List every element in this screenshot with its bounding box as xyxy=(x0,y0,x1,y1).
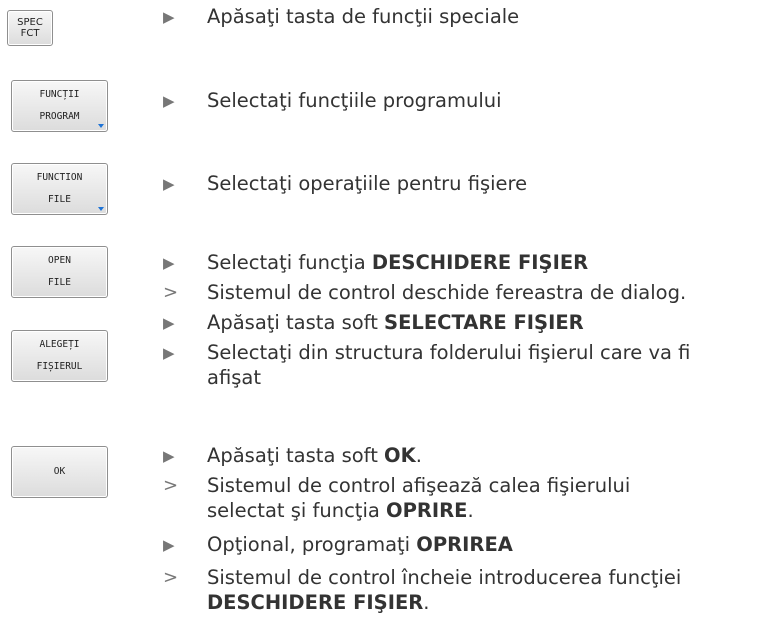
step-punct: . xyxy=(415,444,422,467)
function-file-softkey-line2: FILE xyxy=(48,194,71,205)
step-text: Selectaţi din structura folderului fişie… xyxy=(207,341,691,364)
function-file-softkey[interactable]: FUNCTION FILE xyxy=(11,163,108,215)
action-arrow-icon: ▶ xyxy=(163,314,175,332)
result-marker-icon: > xyxy=(163,282,179,303)
action-arrow-icon: ▶ xyxy=(163,536,175,554)
step-bold: DESCHIDERE FIŞIER xyxy=(207,591,424,614)
action-arrow-icon: ▶ xyxy=(163,175,175,193)
step-text: Sistemul de control încheie introducerea… xyxy=(207,566,682,589)
alegeti-fisierul-softkey-line2: FIȘIERUL xyxy=(36,361,83,372)
step-punct: . xyxy=(467,499,474,522)
step-text-wrap: Apăsaţi tasta soft SELECTARE FIŞIER xyxy=(207,311,584,335)
result-marker-icon: > xyxy=(163,475,179,496)
step-text: Apăsaţi tasta de funcţii speciale xyxy=(207,5,520,28)
step-text: Opţional, programaţi xyxy=(207,533,417,556)
open-file-softkey[interactable]: OPEN FILE xyxy=(11,246,108,298)
action-arrow-icon: ▶ xyxy=(163,344,175,362)
step-text-wrap: DESCHIDERE FIŞIER. xyxy=(207,591,429,615)
open-file-softkey-line2: FILE xyxy=(48,277,71,288)
ok-softkey[interactable]: OK xyxy=(11,446,108,498)
step-bold: OPRIREA xyxy=(416,533,513,556)
step-punct: . xyxy=(423,591,430,614)
step-text: Sistemul de control afişează calea fişie… xyxy=(207,474,631,497)
action-arrow-icon: ▶ xyxy=(163,92,175,110)
action-arrow-icon: ▶ xyxy=(163,447,175,465)
spec-fct-key-line1: SPEC xyxy=(17,17,43,28)
step-text: Selectaţi operaţiile pentru fişiere xyxy=(207,172,528,195)
action-arrow-icon: ▶ xyxy=(163,254,175,272)
action-arrow-icon: ▶ xyxy=(163,8,175,26)
step-text-wrap: Selectaţi funcţia DESCHIDERE FIŞIER xyxy=(207,251,588,275)
spec-fct-key[interactable]: SPEC FCT xyxy=(7,10,53,46)
functii-program-softkey[interactable]: FUNCȚII PROGRAM xyxy=(11,80,108,132)
submenu-arrow-icon xyxy=(98,124,104,128)
step-text: Apăsaţi tasta soft xyxy=(207,311,385,334)
open-file-softkey-line1: OPEN xyxy=(48,255,71,266)
step-bold: SELECTARE FIŞIER xyxy=(384,311,584,334)
function-file-softkey-line1: FUNCTION xyxy=(36,172,83,183)
ok-softkey-label: OK xyxy=(53,466,66,477)
step-bold: DESCHIDERE FIŞIER xyxy=(371,251,589,274)
submenu-arrow-icon xyxy=(98,207,104,211)
step-text: selectat şi funcţia xyxy=(207,499,387,522)
result-marker-icon: > xyxy=(163,567,179,588)
spec-fct-key-line2: FCT xyxy=(20,28,40,39)
step-text: Sistemul de control deschide fereastra d… xyxy=(207,281,687,304)
step-text: Selectaţi funcţia xyxy=(207,251,372,274)
step-text-wrap: Apăsaţi tasta soft OK. xyxy=(207,444,422,468)
functii-program-softkey-line1: FUNCȚII xyxy=(39,89,80,100)
step-text: afişat xyxy=(207,366,261,389)
alegeti-fisierul-softkey[interactable]: ALEGEȚI FIȘIERUL xyxy=(11,330,108,382)
alegeti-fisierul-softkey-line1: ALEGEȚI xyxy=(39,339,80,350)
step-text: Selectaţi funcţiile programului xyxy=(207,89,502,112)
step-text-wrap: Opţional, programaţi OPRIREA xyxy=(207,533,513,557)
step-bold: OPRIRE xyxy=(386,499,468,522)
step-text: Apăsaţi tasta soft xyxy=(207,444,385,467)
functii-program-softkey-line2: PROGRAM xyxy=(39,111,80,122)
step-text-wrap: selectat şi funcţia OPRIRE. xyxy=(207,499,474,523)
step-bold: OK xyxy=(384,444,416,467)
